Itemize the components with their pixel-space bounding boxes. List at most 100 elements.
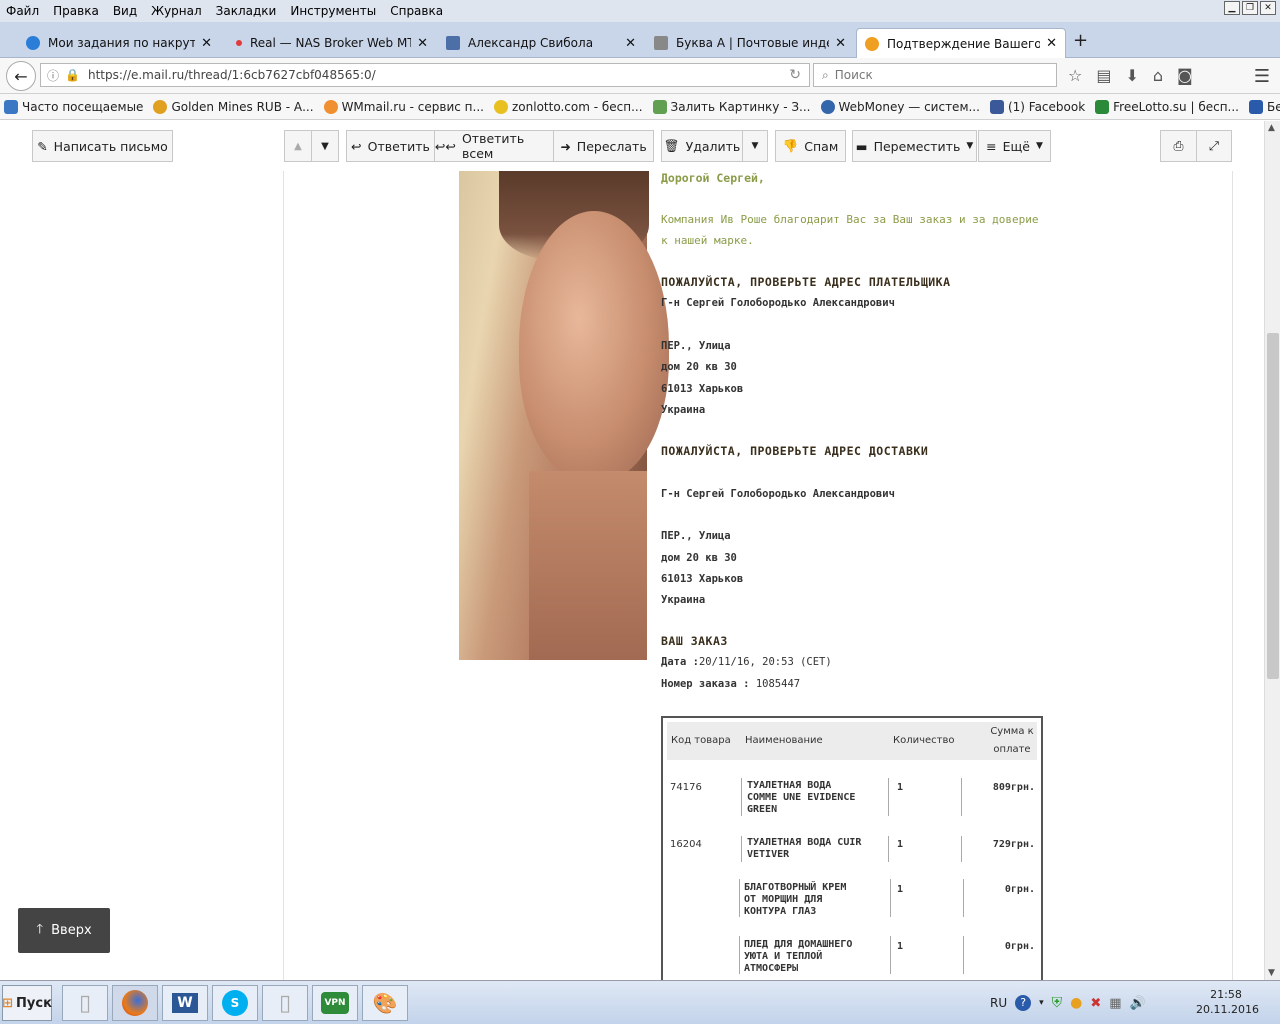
nav-icons: ☆ ▤ ⬇ ⌂ ◙ [1068,66,1193,85]
payer-name: Г-н Сергей Голобородько Александрович [661,297,895,309]
home-icon[interactable]: ⌂ [1153,66,1163,85]
tab-nas-broker[interactable]: Real — NAS Broker Web MT4 ✕ [228,28,436,58]
close-tab-icon[interactable]: ✕ [835,36,846,51]
portrait-face [519,211,669,481]
bookmark-zonlotto[interactable]: zonlotto.com - бесп... [493,99,643,114]
bookmark-consult[interactable]: Бесплатная консуль... [1249,99,1280,114]
bookmark-freelotto[interactable]: FreeLotto.su | бесп... [1095,99,1239,114]
menu-view[interactable]: Вид [113,4,137,18]
menu-hamburger-icon[interactable]: ☰ [1254,66,1270,87]
reply-label: Ответить [367,138,430,154]
forward-button[interactable]: ➜ Переслать [553,130,654,162]
bookmark-icon [323,99,338,114]
pocket-icon[interactable]: ◙ [1177,66,1193,85]
taskbar-file[interactable]: ▯ [262,985,308,1021]
network-warning-icon[interactable]: ✖ [1090,996,1101,1011]
tray-expand-icon[interactable]: ▾ [1039,998,1044,1008]
folder-icon: ▬ [855,138,868,154]
bookmark-icon [493,99,508,114]
reading-list-icon[interactable]: ▤ [1096,66,1111,85]
bookmark-upload-image[interactable]: Залить Картинку - З... [652,99,811,114]
column-divider [963,879,964,917]
language-indicator[interactable]: RU [990,996,1007,1010]
network-icon[interactable]: ▦ [1109,996,1121,1011]
forward-icon: ➜ [560,138,571,154]
bookmark-golden-mines[interactable]: Golden Mines RUB - А... [153,99,314,114]
move-button[interactable]: ▬ Переместить ▼ [852,130,977,162]
clock[interactable]: 21:58 20.11.2016 [1196,987,1259,1017]
page-scrollbar[interactable]: ▲ ▼ [1264,121,1280,980]
close-window-button[interactable]: ✕ [1260,1,1276,15]
bookmark-most-visited[interactable]: Часто посещаемые [4,99,143,114]
spam-button[interactable]: 👎 Спам [775,130,846,162]
close-tab-icon[interactable]: ✕ [417,36,428,51]
delivery-heading: ПОЖАЛУЙСТА, ПРОВЕРЬТЕ АДРЕС ДОСТАВКИ [661,444,929,458]
arrow-down-icon: ▼ [321,140,329,152]
expand-button[interactable]: ⤢ [1196,130,1232,162]
reply-all-button[interactable]: ↩↩ Ответить всем [434,130,554,162]
scroll-up-icon[interactable]: ▲ [1268,123,1275,133]
taskbar-firefox[interactable] [112,985,158,1021]
bookmark-facebook[interactable]: (1) Facebook [989,99,1085,114]
bookmark-webmoney[interactable]: WebMoney — систем... [820,99,980,114]
header-sum-2: оплате [993,744,1031,755]
delete-dropdown-button[interactable]: ▼ [742,130,768,162]
tab-order-confirmation[interactable]: Подтверждение Вашего зак... ✕ [856,28,1066,58]
skype-tray-icon[interactable]: ● [1070,995,1082,1011]
tab-svibola[interactable]: Александр Свибола ✕ [438,28,644,58]
row1-code: 74176 [670,782,702,793]
taskbar-vpn[interactable]: VPN [312,985,358,1021]
help-icon[interactable]: ? [1015,995,1032,1011]
print-button[interactable]: ⎙ [1160,130,1197,162]
close-tab-icon[interactable]: ✕ [201,36,212,51]
taskbar-paint[interactable]: 🎨 [362,985,408,1021]
close-tab-icon[interactable]: ✕ [1046,36,1057,51]
arrow-up-icon: ▲ [294,140,302,152]
pencil-icon: ✎ [37,138,48,154]
scroll-to-top-button[interactable]: 🡑 Вверх [18,908,110,953]
delete-button[interactable]: 🗑 Удалить [661,130,743,162]
menu-help[interactable]: Справка [390,4,443,18]
taskbar-skype[interactable]: S [212,985,258,1021]
paint-palette-icon: 🎨 [372,991,398,1015]
new-tab-icon[interactable]: + [1073,30,1088,51]
forward-label: Переслать [576,138,647,154]
menu-bookmarks[interactable]: Закладки [216,4,277,18]
tab-tasks[interactable]: Мои задания по накрутке ✕ [18,28,220,58]
order-date: Дата :20/11/16, 20:53 (CET) [661,656,832,668]
restore-button[interactable]: ❐ [1242,1,1258,15]
tab-postal-index[interactable]: Буква А | Почтовые индекс... ✕ [646,28,854,58]
menu-history[interactable]: Журнал [151,4,202,18]
reload-icon[interactable]: ↻ [789,67,801,83]
reply-button[interactable]: ↩ Ответить [346,130,435,162]
bookmarks-bar: Часто посещаемые Golden Mines RUB - А...… [0,94,1280,120]
info-icon[interactable]: ⓘ [47,67,59,84]
address-bar[interactable]: ⓘ 🔒 https://e.mail.ru/thread/1:6cb7627cb… [40,63,810,87]
previous-message-button[interactable]: ▲ [284,130,312,162]
start-button[interactable]: ⊞ Пуск [2,985,52,1021]
scroll-down-icon[interactable]: ▼ [1268,968,1275,978]
menu-file[interactable]: Файл [6,4,39,18]
antivirus-shield-icon[interactable]: ⛨ [1052,995,1063,1011]
minimize-button[interactable]: ▁ [1224,1,1240,15]
lock-icon: 🔒 [65,68,80,82]
taskbar-document[interactable]: ▯ [62,985,108,1021]
volume-icon[interactable]: 🔊 [1130,996,1146,1011]
star-bookmark-icon[interactable]: ☆ [1068,66,1082,85]
search-input[interactable]: ⌕ Поиск [813,63,1057,87]
download-icon[interactable]: ⬇ [1125,66,1138,85]
row4-name-line: АТМОСФЕРЫ [744,963,799,974]
scroll-thumb[interactable] [1267,333,1279,679]
compose-button[interactable]: ✎ Написать письмо [32,130,173,162]
menu-tools[interactable]: Инструменты [290,4,376,18]
taskbar-word[interactable]: W [162,985,208,1021]
menu-edit[interactable]: Правка [53,4,99,18]
bookmark-icon [1095,99,1110,114]
more-button[interactable]: ≡ Ещё ▼ [978,130,1051,162]
next-message-button[interactable]: ▼ [311,130,339,162]
close-tab-icon[interactable]: ✕ [625,36,636,51]
url-text: https://e.mail.ru/thread/1:6cb7627cbf048… [87,68,376,82]
back-arrow-icon[interactable]: ← [6,61,36,91]
caret-down-icon: ▼ [966,141,974,151]
bookmark-wmmail[interactable]: WMmail.ru - сервис п... [323,99,484,114]
